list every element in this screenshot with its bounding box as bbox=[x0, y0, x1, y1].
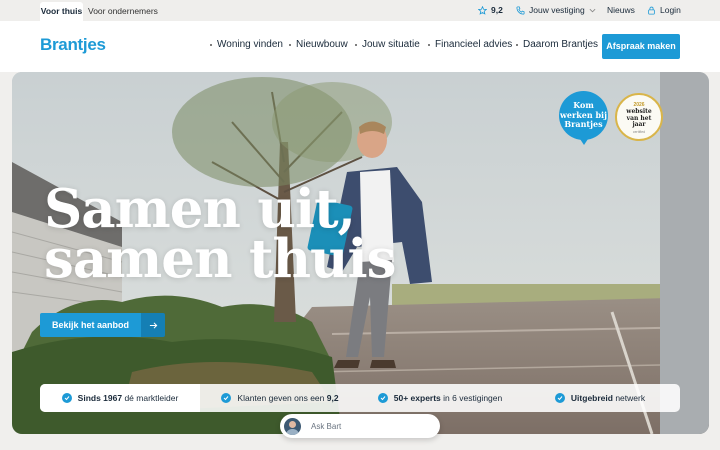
award-sub: certified bbox=[632, 130, 646, 134]
rating-link[interactable]: 9,2 bbox=[478, 0, 503, 21]
nav-jouw-situatie[interactable]: Jouw situatie bbox=[355, 39, 420, 50]
usp-text: 50+ experts in 6 vestigingen bbox=[394, 393, 502, 403]
usp-text: Sinds 1967 dé marktleider bbox=[78, 393, 179, 403]
usp-item: Uitgebreid netwerk bbox=[520, 384, 680, 412]
vestiging-dropdown[interactable]: Jouw vestiging bbox=[516, 0, 596, 21]
usp-bold: 9,2 bbox=[326, 393, 339, 403]
nieuws-link[interactable]: Nieuws bbox=[607, 0, 635, 21]
utility-bar: Voor thuis Voor ondernemers 9,2 Jouw ves… bbox=[0, 0, 720, 21]
headline-line-2: samen thuis bbox=[44, 228, 396, 290]
usp-rest: netwerk bbox=[612, 393, 646, 403]
main-header: Brantjes Woning vinden Nieuwbouw Jouw si… bbox=[0, 21, 720, 72]
chevron-down-icon bbox=[589, 8, 596, 13]
nav-label: Nieuwbouw bbox=[296, 39, 348, 50]
usp-text: Klanten geven ons een 9,2 bbox=[237, 393, 338, 403]
login-label: Login bbox=[660, 5, 681, 15]
usp-rest: dé marktleider bbox=[122, 393, 179, 403]
check-icon bbox=[61, 393, 72, 403]
headline-line-1: Samen uit, bbox=[44, 178, 356, 240]
login-link[interactable]: Login bbox=[647, 0, 681, 21]
nav-daarom-brantjes[interactable]: Daarom Brantjes bbox=[516, 39, 598, 50]
check-icon bbox=[221, 393, 232, 403]
vestiging-label: Jouw vestiging bbox=[529, 5, 585, 15]
nav-financieel-advies[interactable]: Financieel advies bbox=[428, 39, 512, 50]
nav-nieuwbouw[interactable]: Nieuwbouw bbox=[289, 39, 348, 50]
usp-rest: in 6 vestigingen bbox=[440, 393, 503, 403]
usp-item: Klanten geven ons een 9,2 bbox=[200, 384, 360, 412]
bullet-icon bbox=[210, 43, 212, 46]
ask-bart-label: Ask Bart bbox=[311, 421, 342, 431]
hero-headline: Samen uit, samen thuis bbox=[44, 178, 396, 290]
nav-label: Daarom Brantjes bbox=[523, 39, 599, 50]
nav-label: Woning vinden bbox=[217, 39, 283, 50]
usp-bold: Uitgebreid bbox=[570, 393, 613, 403]
award-badge: 2026 website van het jaar certified bbox=[615, 93, 663, 141]
afspraak-maken-button[interactable]: Afspraak maken bbox=[602, 34, 680, 59]
check-icon bbox=[554, 393, 565, 403]
bullet-icon bbox=[428, 43, 430, 46]
nav-woning-vinden[interactable]: Woning vinden bbox=[210, 39, 283, 50]
award-text: website van het jaar bbox=[617, 108, 661, 129]
bullet-icon bbox=[289, 43, 291, 46]
bekijk-aanbod-label: Bekijk het aanbod bbox=[40, 313, 142, 337]
nav-label: Financieel advies bbox=[435, 39, 513, 50]
hero-section: Samen uit, samen thuis Bekijk het aanbod… bbox=[12, 72, 709, 434]
usp-bold: 50+ experts bbox=[393, 393, 441, 403]
usp-text: Uitgebreid netwerk bbox=[571, 393, 645, 403]
bullet-icon bbox=[355, 43, 357, 46]
usp-pre: Klanten geven ons een bbox=[237, 393, 327, 403]
usp-item: Sinds 1967 dé marktleider bbox=[40, 384, 200, 412]
usp-bold: Sinds 1967 bbox=[77, 393, 123, 403]
werken-bij-badge[interactable]: Kom werken bij Brantjes bbox=[559, 91, 608, 140]
ask-bart-chat[interactable]: Ask Bart bbox=[280, 414, 440, 438]
usp-item: 50+ experts in 6 vestigingen bbox=[360, 384, 520, 412]
lock-icon bbox=[648, 6, 655, 15]
avatar bbox=[284, 417, 301, 435]
check-icon bbox=[377, 393, 388, 403]
bullet-icon bbox=[516, 43, 518, 46]
usp-bar: Sinds 1967 dé marktleider Klanten geven … bbox=[40, 384, 680, 412]
tab-voor-ondernemers[interactable]: Voor ondernemers bbox=[88, 2, 158, 21]
badge-tail bbox=[578, 136, 590, 145]
nav-label: Jouw situatie bbox=[362, 39, 420, 50]
brantjes-logo[interactable]: Brantjes bbox=[40, 35, 106, 55]
phone-icon bbox=[516, 6, 525, 15]
tab-voor-thuis[interactable]: Voor thuis bbox=[40, 2, 83, 21]
award-line-3: jaar bbox=[632, 121, 646, 128]
arrow-right-icon bbox=[141, 313, 166, 337]
rating-value: 9,2 bbox=[491, 5, 503, 15]
werken-bij-line-3: Brantjes bbox=[564, 119, 603, 129]
bekijk-aanbod-button[interactable]: Bekijk het aanbod bbox=[40, 313, 166, 337]
star-icon bbox=[478, 6, 487, 15]
